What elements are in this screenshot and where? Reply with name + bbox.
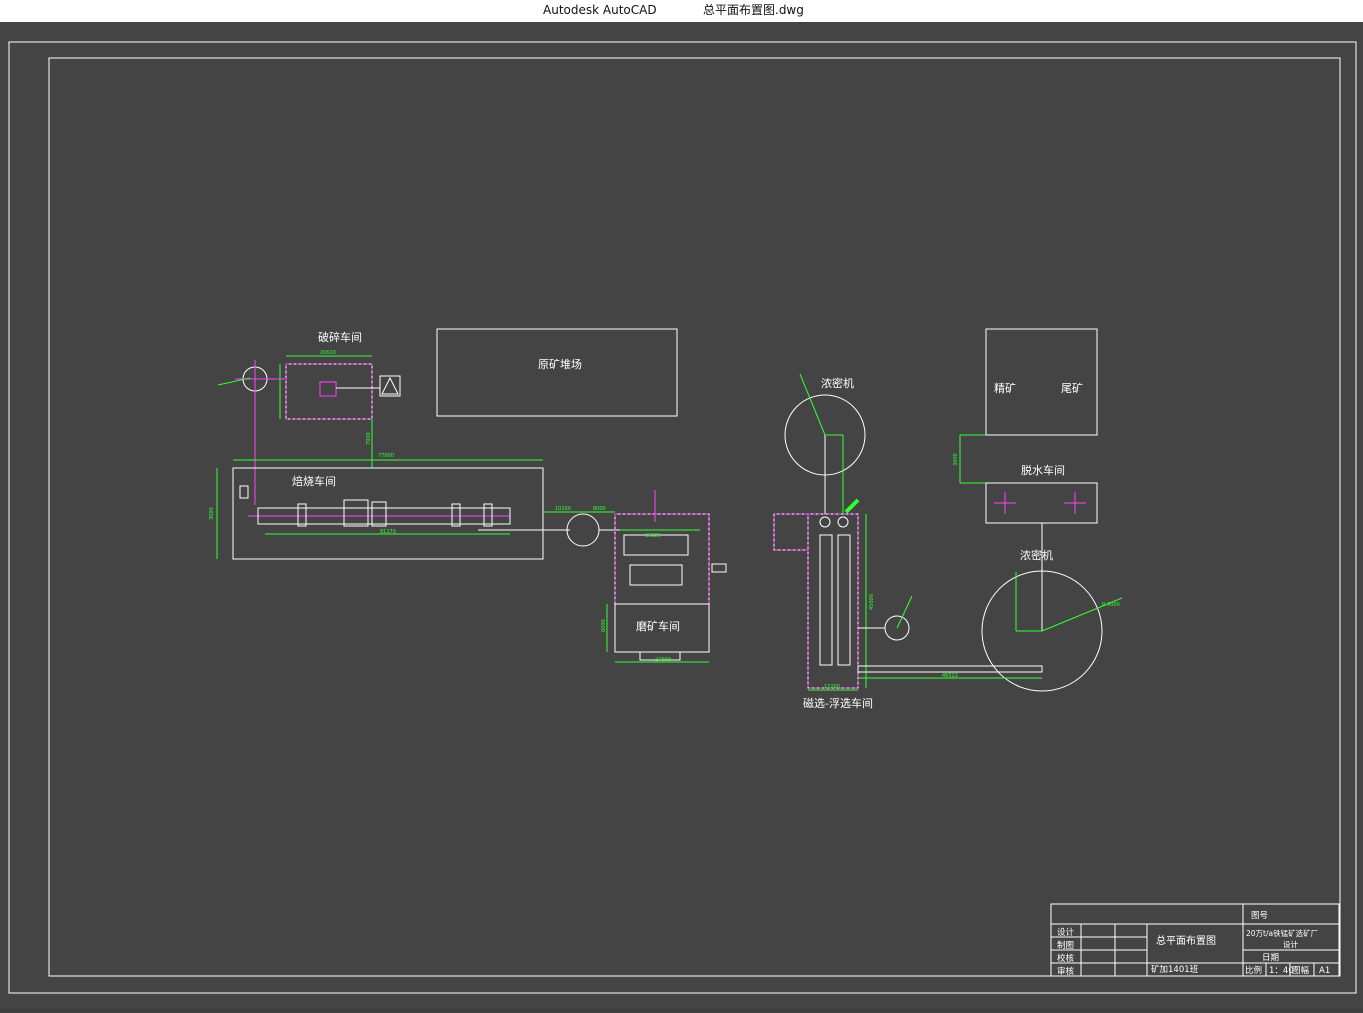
hopper-symbol (381, 376, 399, 395)
dim-grind-top: 15225 (645, 533, 661, 539)
dim-crush-to-roast: 7000 (366, 432, 372, 445)
tb-drawing-no-label: 图号 (1251, 911, 1268, 921)
dim-link2: 8000 (593, 506, 606, 512)
tb-row-design: 设计 (1057, 927, 1075, 938)
dim-crush-width: 20610 (320, 350, 336, 356)
dim-grind-w: 24000 (655, 657, 671, 663)
dim-mag-w: 12200 (824, 684, 840, 690)
tb-row-check: 校核 (1057, 953, 1075, 964)
sheet-inner-border (48, 57, 1341, 977)
kiln-tyre-1 (297, 503, 307, 527)
mag-annex (773, 513, 809, 551)
dim-thick-r: R 5000 (1102, 602, 1120, 608)
label-crushing: 破碎车间 (318, 330, 362, 344)
tb-date-label: 日期 (1262, 953, 1279, 963)
tb-scale-value: 1：40 (1269, 966, 1294, 976)
ore-yard[interactable]: 原矿堆场 (436, 328, 678, 417)
crusher-equipment (319, 381, 337, 397)
intermediate-silo (566, 513, 600, 547)
dim-roast-len: 77000 (378, 453, 394, 459)
dim-dewater: 3000 (953, 453, 959, 466)
tb-scale-label: 比例 (1245, 965, 1262, 976)
mag-annex-wall (773, 513, 809, 551)
tb-class-label: 矿加1401班 (1151, 964, 1199, 975)
crushing-building (285, 363, 373, 420)
tailings-pipeline[interactable]: 46522 (857, 665, 1043, 679)
title-block[interactable]: 图号 总平面布置图 20万t/a铁锰矿选矿厂 设计 日期 比例 1：40 图幅 … (1050, 903, 1340, 977)
kiln-drive (343, 499, 369, 527)
grinding-stair (711, 563, 727, 573)
label-ore-yard: 原矿堆场 (538, 357, 582, 371)
dim-mag-h: 45000 (869, 594, 875, 610)
silo-radius-leader (217, 377, 251, 386)
dim-roast-h: 3000 (209, 507, 215, 520)
grinding-wall-top (614, 513, 710, 605)
mag-pump-1 (819, 516, 831, 528)
title-bar: Autodesk AutoCAD 总平面布置图.dwg (0, 0, 1363, 22)
mag-pump-2 (837, 516, 849, 528)
drawing-canvas[interactable]: 破碎车间 20610 7000 原矿堆场 77000 3000 81170 焙烧… (0, 22, 1363, 1009)
dim-link1: 10200 (555, 506, 571, 512)
label-magnetic-flotation: 磁选-浮选车间 (803, 696, 873, 710)
dim-pipe: 46522 (942, 673, 958, 679)
tb-sheet-label: 图幅 (1292, 965, 1310, 976)
product-store[interactable]: 精矿 尾矿 3000 (953, 328, 1098, 484)
mag-separator-row-1 (819, 534, 833, 666)
grinding-building-top (614, 513, 710, 605)
label-roasting: 焙烧车间 (292, 474, 336, 488)
dim-grind-h: 6000 (601, 619, 607, 632)
label-dewatering: 脱水车间 (1021, 463, 1065, 477)
tb-project-subtitle: 设计 (1283, 939, 1299, 949)
label-concentrate: 精矿 (994, 382, 1016, 395)
drawing-svg[interactable]: 破碎车间 20610 7000 原矿堆场 77000 3000 81170 焙烧… (0, 22, 1363, 1009)
tb-drawing-name: 总平面布置图 (1156, 934, 1216, 947)
tb-sheet-value: A1 (1319, 966, 1330, 976)
kiln-gear (371, 501, 387, 527)
tb-row-review: 审核 (1057, 966, 1075, 977)
label-grinding: 磨矿车间 (636, 619, 680, 633)
kiln-feed-end (239, 485, 249, 499)
crushing-wall (285, 363, 373, 420)
label-tailings: 尾矿 (1061, 382, 1083, 395)
grinding-workshop[interactable]: 15225 24000 6000 磨矿车间 (601, 490, 727, 663)
tb-project-title: 20万t/a铁锰矿选矿厂 (1246, 928, 1319, 938)
dewatering-workshop[interactable]: 脱水车间 (985, 463, 1098, 524)
classifier (629, 564, 683, 586)
label-thickener-bottom: 浓密机 (1020, 548, 1053, 562)
small-thickener-leader (896, 595, 913, 629)
ore-yard-building (436, 328, 678, 417)
kiln-tyre-3 (483, 503, 493, 527)
file-name: 总平面布置图.dwg (703, 3, 804, 17)
label-thickener-top: 浓密机 (821, 376, 854, 390)
kiln-tyre-2 (451, 503, 461, 527)
tb-row-draft: 制图 (1057, 940, 1074, 951)
mag-separator-row-2 (837, 534, 851, 666)
roasting-workshop[interactable]: 77000 3000 81170 焙烧车间 (209, 453, 570, 560)
roast-grind-link[interactable]: 10200 8000 (543, 506, 620, 547)
app-name: Autodesk AutoCAD (543, 3, 657, 17)
thickener-top[interactable]: 浓密机 (784, 373, 866, 514)
dim-roast-inner: 81170 (380, 529, 396, 535)
pipeline (857, 665, 1043, 673)
roasting-building (232, 467, 544, 560)
mag-marker (844, 498, 860, 514)
